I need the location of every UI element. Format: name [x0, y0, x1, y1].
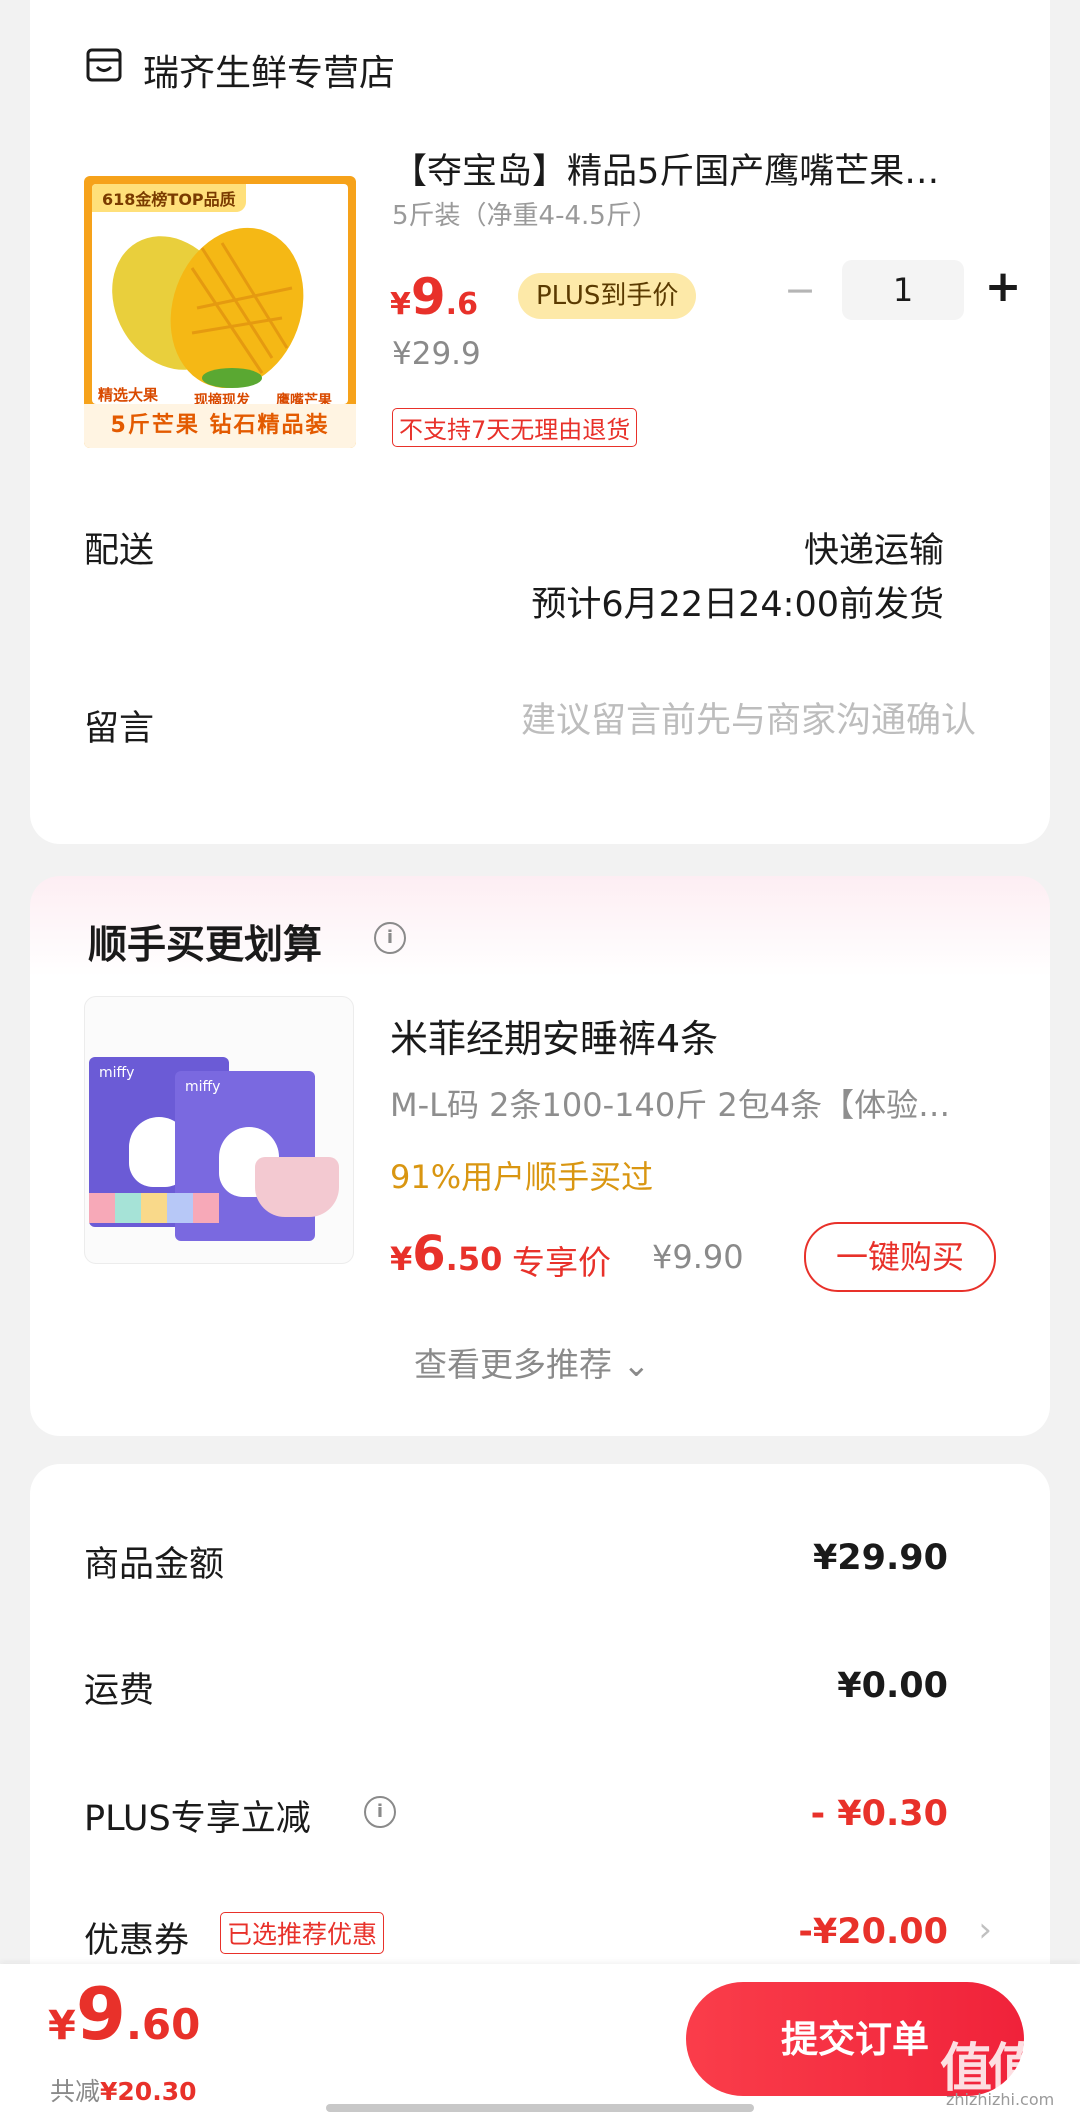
shop-name[interactable]: 瑞齐生鲜专营店 — [143, 44, 395, 96]
quantity-input[interactable]: 1 — [842, 260, 964, 320]
price-decimal: .6 — [445, 287, 478, 322]
goods-amount-value: ¥29.90 — [812, 1538, 948, 1578]
product-image-tag: 精选大果 — [98, 386, 159, 404]
original-price: ¥29.9 — [392, 336, 481, 372]
message-input[interactable] — [450, 696, 976, 746]
plus-price-tag: PLUS到手价 — [518, 273, 697, 319]
recommend-original-price: ¥9.90 — [652, 1238, 744, 1276]
exclusive-price-label: 专享价 — [512, 1243, 611, 1282]
brand-label: miffy — [185, 1079, 221, 1095]
home-indicator[interactable] — [326, 2104, 754, 2112]
price-integer: 9 — [410, 268, 446, 326]
product-spec[interactable]: 5斤装（净重4-4.5斤） — [392, 195, 658, 232]
package-stripe — [89, 1193, 219, 1223]
price-summary-card: 商品金额 ¥29.90 运费 ¥0.00 PLUS专享立减 i - ¥0.30 … — [30, 1464, 1050, 2024]
shop-icon — [86, 48, 122, 82]
recommend-product-spec[interactable]: M-L码 2条100-140斤 2包4条【体验… — [390, 1080, 1010, 1126]
product-title[interactable]: 【夺宝岛】精品5斤国产鹰嘴芒果… — [392, 143, 939, 194]
price-symbol: ¥ — [390, 1240, 413, 1278]
shipping-value: ¥0.00 — [837, 1666, 948, 1706]
goods-amount-label: 商品金额 — [84, 1545, 225, 1585]
delivery-method[interactable]: 快递运输 — [804, 522, 944, 573]
price-integer: 6 — [412, 1226, 446, 1282]
checkout-bar: ¥9.60 共减¥20.30 提交订单 值值值 zhizhizhi.com — [0, 1964, 1080, 2113]
product-image-tag: 鹰嘴芒果 — [276, 393, 332, 404]
price-decimal: .50 — [445, 1240, 503, 1278]
price-symbol: ¥ — [48, 2003, 76, 2049]
price-integer: 9 — [75, 1972, 126, 2056]
savings-label: 共减 — [50, 2077, 101, 2106]
recommend-product-name[interactable]: 米菲经期安睡裤4条 — [390, 1008, 718, 1063]
info-icon[interactable]: i — [364, 1796, 396, 1828]
price-decimal: .60 — [125, 2000, 201, 2049]
brand-label: miffy — [99, 1065, 135, 1081]
chevron-right-icon[interactable]: › — [978, 1910, 992, 1950]
coupon-label: 优惠券 — [84, 1921, 190, 1961]
recommend-bought-rate: 91%用户顺手买过 — [390, 1158, 654, 1196]
shipping-label: 运费 — [84, 1671, 155, 1711]
product-image[interactable]: 618金榜TOP品质 精选大果 现摘现发 鹰嘴芒果 5斤芒果 钻石精品装 — [84, 176, 356, 448]
recommend-product-image[interactable]: miffy miffy — [84, 996, 354, 1264]
briefs-graphic — [255, 1157, 339, 1217]
product-price: ¥9.6 — [390, 268, 478, 326]
recommend-price: ¥6.50 — [390, 1226, 502, 1282]
recommend-card: 顺手买更划算 i miffy miffy 米菲经期安睡裤4条 M-L码 2条10… — [30, 876, 1050, 1436]
return-policy-badge: 不支持7天无理由退货 — [392, 408, 638, 447]
delivery-label: 配送 — [84, 531, 155, 571]
more-recommendations-link[interactable]: 查看更多推荐 ⌄ — [414, 1338, 650, 1386]
plus-discount-value: - ¥0.30 — [810, 1794, 948, 1834]
savings-amount: ¥20.30 — [100, 2077, 197, 2106]
price-symbol: ¥ — [390, 287, 411, 322]
order-card: 瑞齐生鲜专营店 618金榜TOP品质 精选大果 现摘现发 鹰嘴芒果 5斤芒果 钻… — [30, 0, 1050, 844]
quantity-increase-button[interactable]: + — [970, 254, 1036, 320]
recommend-title: 顺手买更划算 — [88, 923, 323, 968]
mango-illustration — [112, 227, 304, 388]
message-label: 留言 — [84, 709, 155, 749]
product-badge: 618金榜TOP品质 — [92, 184, 246, 212]
total-price: ¥9.60 — [48, 1972, 200, 2056]
total-savings[interactable]: 共减¥20.30 — [50, 2072, 197, 2108]
watermark-url: zhizhizhi.com — [946, 2090, 1055, 2109]
quantity-decrease-button[interactable]: − — [764, 260, 836, 320]
product-image-caption: 5斤芒果 钻石精品装 — [84, 404, 356, 448]
coupon-selected-badge: 已选推荐优惠 — [220, 1912, 385, 1954]
product-image-tag: 现摘现发 — [194, 393, 250, 404]
product-image-inner: 618金榜TOP品质 精选大果 现摘现发 鹰嘴芒果 — [92, 184, 348, 404]
delivery-eta: 预计6月22日24:00前发货 — [531, 585, 944, 625]
info-icon[interactable]: i — [374, 922, 406, 954]
plus-discount-label: PLUS专享立减 — [84, 1799, 311, 1839]
one-click-buy-button[interactable]: 一键购买 — [804, 1222, 996, 1292]
coupon-value[interactable]: -¥20.00 — [798, 1912, 948, 1952]
